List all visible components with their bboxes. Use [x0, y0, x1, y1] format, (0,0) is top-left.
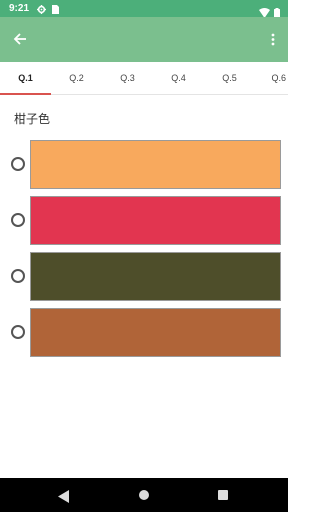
color-option-1[interactable]: [0, 140, 288, 190]
tab-label: Q.2: [69, 73, 84, 83]
question-tabs: Q.1 Q.2 Q.3 Q.4 Q.5 Q.6: [0, 62, 288, 95]
tab-label: Q.1: [18, 73, 33, 83]
status-time: 9:21: [9, 3, 30, 14]
radio-button[interactable]: [11, 269, 25, 283]
arrow-left-icon: [13, 31, 27, 50]
app-bar: [0, 17, 288, 62]
gear-icon: [37, 0, 47, 18]
tab-q5[interactable]: Q.5: [204, 62, 255, 94]
status-bar: 9:21: [0, 0, 288, 18]
more-vertical-icon: [271, 31, 275, 50]
color-option-3[interactable]: [0, 252, 288, 302]
radio-button[interactable]: [11, 157, 25, 171]
nav-recents-icon[interactable]: [218, 490, 228, 500]
back-button[interactable]: [8, 28, 32, 52]
tab-label: Q.4: [171, 73, 186, 83]
tab-label: Q.5: [222, 73, 237, 83]
color-swatch[interactable]: [30, 252, 281, 301]
color-swatch[interactable]: [30, 140, 281, 189]
tab-q1[interactable]: Q.1: [0, 62, 51, 95]
color-swatch[interactable]: [30, 308, 281, 357]
tab-label: Q.6: [271, 73, 286, 83]
radio-button[interactable]: [11, 213, 25, 227]
tab-q2[interactable]: Q.2: [51, 62, 102, 94]
radio-button[interactable]: [11, 325, 25, 339]
nav-back-icon[interactable]: [58, 488, 69, 507]
system-nav-bar: [0, 478, 288, 512]
color-option-4[interactable]: [0, 308, 288, 358]
tab-q3[interactable]: Q.3: [102, 62, 153, 94]
tab-label: Q.3: [120, 73, 135, 83]
tab-q4[interactable]: Q.4: [153, 62, 204, 94]
tab-q6[interactable]: Q.6: [255, 62, 288, 94]
question-title: 柑子色: [14, 112, 51, 126]
color-option-2[interactable]: [0, 196, 288, 246]
nav-home-icon[interactable]: [139, 490, 149, 500]
overflow-menu-button[interactable]: [264, 28, 282, 52]
color-swatch[interactable]: [30, 196, 281, 245]
sim-card-icon: [52, 0, 60, 18]
